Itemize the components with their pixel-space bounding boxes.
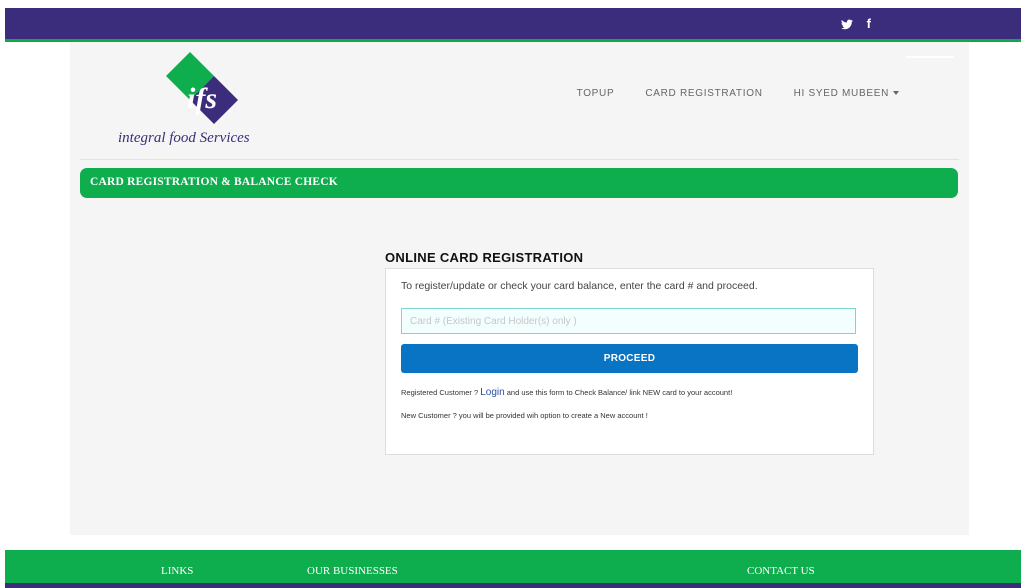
nav-card-registration[interactable]: CARD REGISTRATION: [645, 88, 762, 99]
chevron-down-icon: [893, 91, 899, 96]
registration-panel: To register/update or check your card ba…: [385, 268, 874, 455]
registered-customer-note: Registered Customer ? Login and use this…: [401, 387, 732, 398]
logo-diamond-icon: ifs: [166, 52, 238, 124]
header-divider: [80, 159, 959, 160]
top-bar: f: [5, 8, 1021, 42]
note1-suffix: and use this form to Check Balance/ link…: [504, 388, 733, 397]
note1-prefix: Registered Customer ?: [401, 388, 481, 397]
footer-links-heading: LINKS: [161, 565, 194, 577]
footer-businesses-heading: OUR BUSINESSES: [307, 565, 398, 577]
main-nav: TOPUP CARD REGISTRATION HI SYED MUBEEN: [577, 88, 899, 99]
footer-contact-heading: CONTACT US: [747, 565, 815, 577]
logo-letters: ifs: [187, 82, 217, 115]
banner-title: CARD REGISTRATION & BALANCE CHECK: [90, 176, 338, 188]
social-links: f: [840, 8, 871, 39]
user-menu-label: HI SYED MUBEEN: [793, 88, 889, 99]
section-banner: CARD REGISTRATION & BALANCE CHECK: [80, 168, 958, 198]
nav-topup[interactable]: TOPUP: [577, 88, 615, 99]
brand-name: integral food Services: [118, 130, 250, 146]
login-link[interactable]: Login: [480, 387, 504, 398]
proceed-button[interactable]: PROCEED: [401, 344, 858, 373]
registration-intro: To register/update or check your card ba…: [401, 280, 758, 292]
facebook-icon[interactable]: f: [867, 16, 871, 31]
user-menu[interactable]: HI SYED MUBEEN: [794, 88, 899, 99]
card-number-input[interactable]: [401, 308, 856, 334]
twitter-icon[interactable]: [840, 17, 853, 31]
new-customer-note: New Customer ? you will be provided wih …: [401, 411, 648, 420]
footer: LINKS OUR BUSINESSES CONTACT US: [5, 550, 1021, 588]
nav-accent: [906, 56, 954, 58]
registration-title: ONLINE CARD REGISTRATION: [385, 250, 584, 265]
